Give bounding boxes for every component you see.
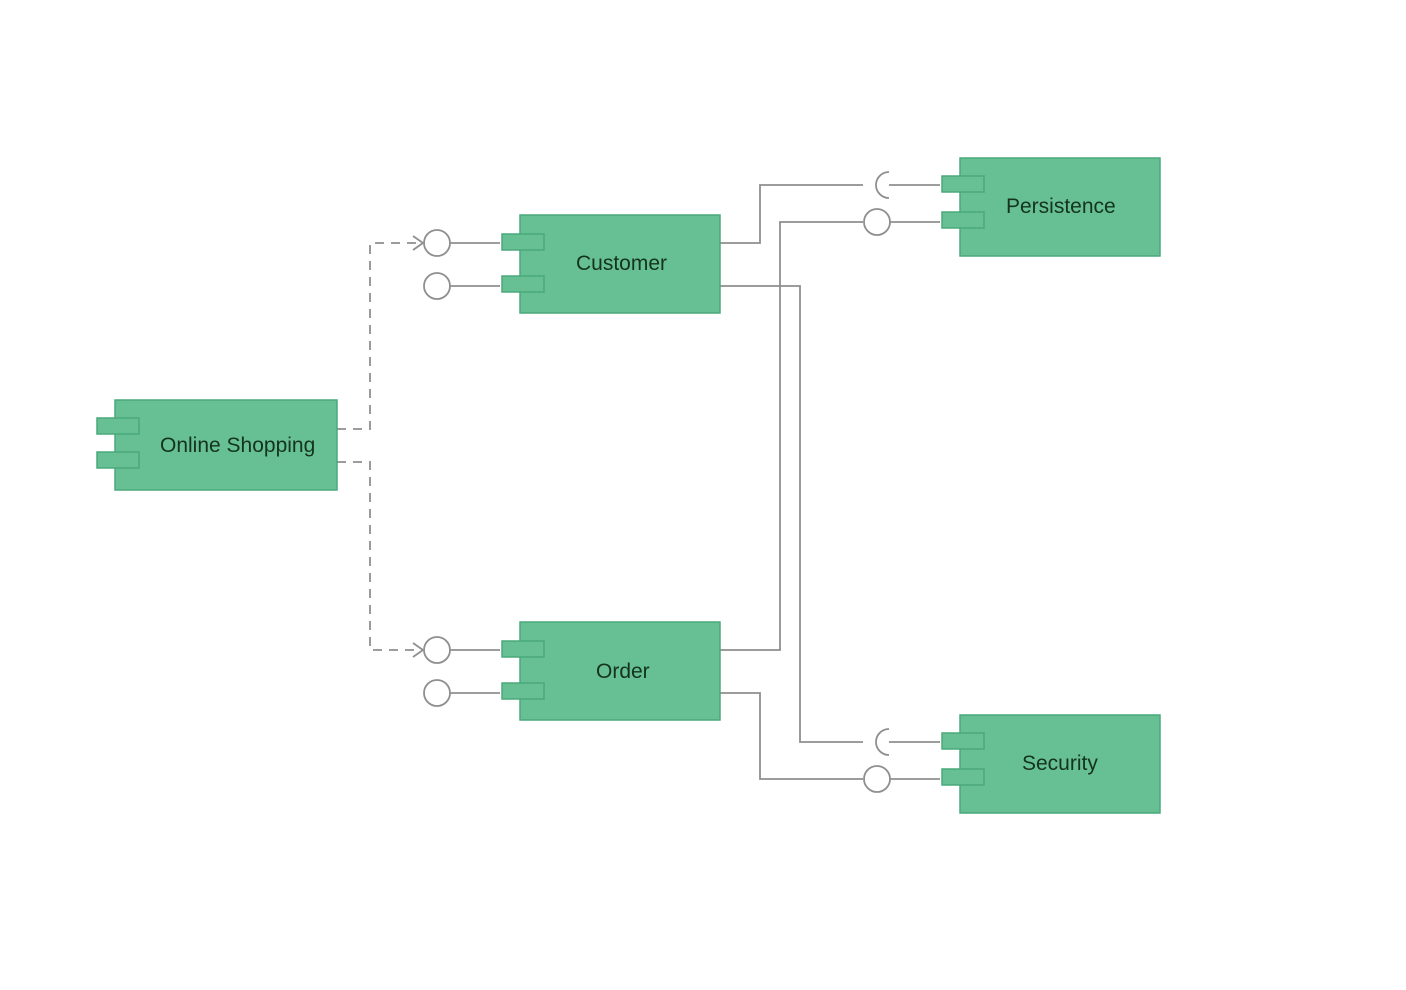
component-persistence: Persistence xyxy=(942,158,1160,256)
conn-customer-to-security xyxy=(720,286,863,742)
conn-order-to-security xyxy=(720,693,863,779)
component-diagram: Online Shopping Customer Order Persisten… xyxy=(0,0,1406,990)
label-customer: Customer xyxy=(576,252,667,275)
component-customer: Customer xyxy=(502,215,720,313)
label-order: Order xyxy=(596,660,650,683)
iface-security-left xyxy=(864,729,940,792)
label-online-shopping: Online Shopping xyxy=(160,434,315,457)
dep-onlineshopping-to-customer xyxy=(337,236,423,429)
dep-onlineshopping-to-order xyxy=(337,462,423,657)
conn-customer-to-persistence xyxy=(720,185,863,243)
iface-order-left xyxy=(424,637,500,706)
label-persistence: Persistence xyxy=(1006,195,1116,218)
label-security: Security xyxy=(1022,752,1098,775)
iface-persistence-left xyxy=(864,172,940,235)
iface-customer-left xyxy=(424,230,500,299)
component-security: Security xyxy=(942,715,1160,813)
component-order: Order xyxy=(502,622,720,720)
component-online-shopping: Online Shopping xyxy=(97,400,337,490)
